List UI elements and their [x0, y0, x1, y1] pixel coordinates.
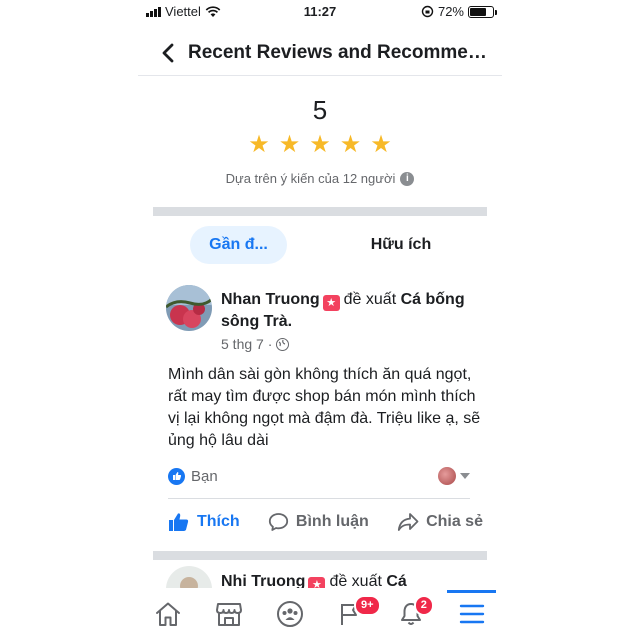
rating-summary: 5 ★ ★ ★ ★ ★ Dựa trên ý kiến của 12 người i [138, 95, 502, 186]
review-author[interactable]: Nhan Truong [221, 291, 320, 308]
status-right: 72% [421, 4, 497, 19]
review-text: Mình dân sài gòn không thích ăn quá ngọt… [168, 366, 481, 449]
comment-button[interactable]: Bình luận [268, 512, 369, 532]
star-icon: ★ [339, 131, 362, 158]
review-meta: 5 thg 7 · [221, 336, 290, 352]
rating-based-on: Dựa trên ý kiến của 12 người i [138, 171, 502, 186]
groups-icon [276, 601, 303, 627]
page-header: Recent Reviews and Recommen... [138, 30, 502, 76]
nav-groups[interactable] [259, 588, 320, 640]
reaction-right[interactable] [438, 467, 470, 485]
nav-pages[interactable]: 9+ [320, 588, 381, 640]
review-tabs: Gần đ... Hữu ích [153, 226, 487, 264]
bottom-nav: 9+ 2 [138, 588, 502, 640]
section-divider [153, 207, 487, 216]
phone-screen: Viettel 11:27 72% Recent Reviews and Rec… [138, 0, 502, 640]
review-actions: Thích Bình luận Chia sẻ [168, 502, 483, 542]
back-icon [162, 43, 174, 62]
comment-label: Bình luận [295, 513, 369, 530]
reaction-summary[interactable]: Bạn [168, 464, 470, 488]
notifications-badge: 2 [413, 595, 434, 616]
like-reaction-icon [168, 467, 185, 485]
review-headline: Nhan Truong ★ đề xuất Cá bống sông Trà. [221, 289, 481, 333]
nav-menu[interactable] [441, 588, 502, 640]
page-title: Recent Reviews and Recommen... [188, 41, 488, 63]
chevron-down-icon [460, 473, 470, 479]
like-button[interactable]: Thích [168, 512, 240, 532]
viewer-avatar [438, 467, 456, 485]
star-icon: ★ [370, 131, 392, 158]
globe-icon [276, 337, 290, 351]
actions-divider [168, 498, 470, 499]
review-date[interactable]: 5 thg 7 · [221, 336, 272, 352]
recommend-icon: ★ [322, 295, 340, 311]
review-verb: đề xuất [343, 291, 397, 308]
reaction-left: Bạn [168, 467, 218, 485]
back-button[interactable] [148, 30, 188, 76]
marketplace-icon [216, 603, 242, 626]
avatar[interactable] [166, 285, 212, 331]
menu-icon [459, 604, 484, 624]
share-button[interactable]: Chia sẻ [397, 512, 483, 532]
comment-icon [268, 513, 289, 531]
star-icon: ★ [278, 131, 301, 158]
nav-marketplace[interactable] [199, 588, 260, 640]
tab-recent[interactable]: Gần đ... [190, 226, 287, 264]
battery-icon [468, 5, 497, 18]
tab-helpful[interactable]: Hữu ích [353, 226, 449, 264]
like-icon [169, 513, 189, 531]
rating-based-on-text: Dựa trên ý kiến của 12 người [225, 171, 396, 186]
reaction-names: Bạn [191, 467, 218, 485]
share-label: Chia sẻ [426, 513, 483, 530]
battery-fill [470, 7, 486, 16]
nav-notifications[interactable]: 2 [381, 588, 442, 640]
status-bar: Viettel 11:27 72% [138, 0, 502, 24]
like-label: Thích [197, 513, 240, 530]
card-separator [153, 551, 487, 560]
nav-home[interactable] [138, 588, 199, 640]
share-icon [397, 513, 419, 531]
home-icon [156, 602, 181, 626]
star-icon: ★ [248, 131, 270, 158]
info-icon[interactable]: i [400, 171, 415, 186]
star-icon: ★ [309, 131, 331, 158]
pages-badge: 9+ [354, 595, 381, 616]
rotation-lock-icon [421, 5, 434, 18]
avatar-image [166, 285, 212, 331]
rating-stars: ★ ★ ★ ★ ★ [138, 133, 502, 157]
rating-value: 5 [312, 95, 328, 125]
review-card: Nhan Truong ★ đề xuất Cá bống sông Trà. 5 … [153, 284, 487, 560]
battery-percent: 72% [437, 4, 464, 19]
